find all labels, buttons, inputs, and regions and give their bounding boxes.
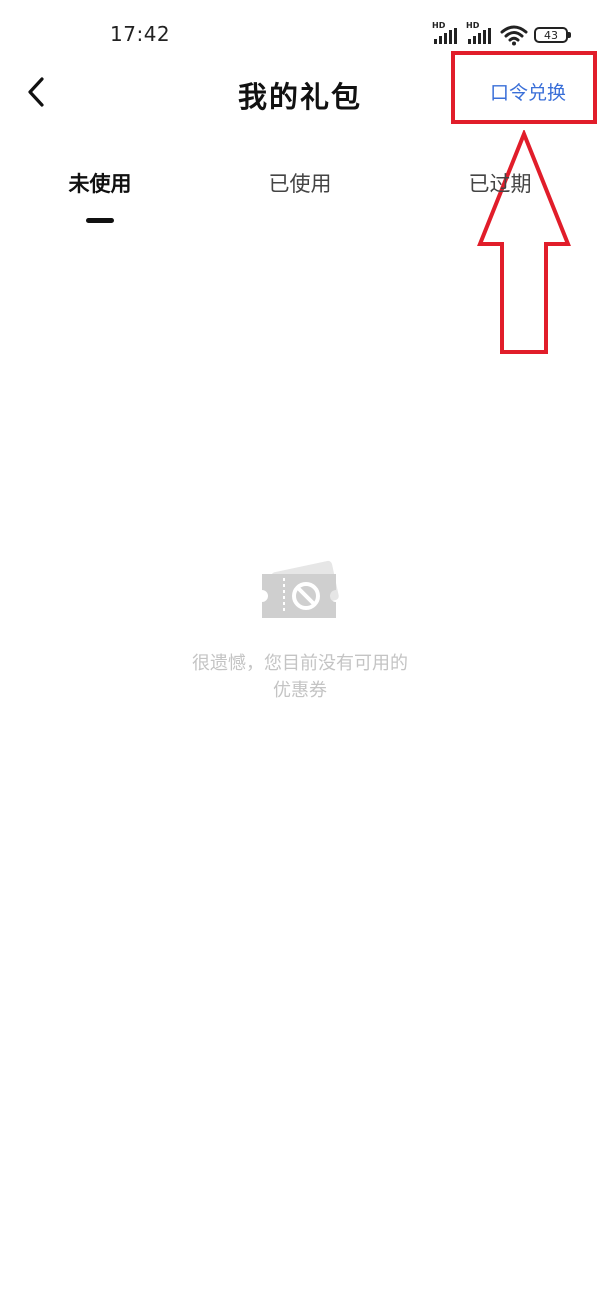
signal-icon: HD [432,22,460,46]
tab-expired[interactable]: 已过期 [400,168,600,198]
status-time: 17:42 [110,22,171,46]
active-tab-indicator [86,218,114,223]
empty-state-message: 很遗憾，您目前没有可用的优惠券 [192,653,408,701]
tab-bar: 未使用 已使用 已过期 [0,160,600,230]
ticket-disabled-icon [262,560,339,618]
annotation-highlight-box [451,51,597,124]
tab-unused[interactable]: 未使用 [0,168,200,198]
signal-icon: HD [466,22,494,46]
status-icons: HD HD 43 [432,22,571,46]
battery-icon: 43 [534,27,571,43]
battery-level: 43 [544,28,558,42]
tab-used[interactable]: 已使用 [200,168,400,198]
wifi-icon [500,24,528,46]
